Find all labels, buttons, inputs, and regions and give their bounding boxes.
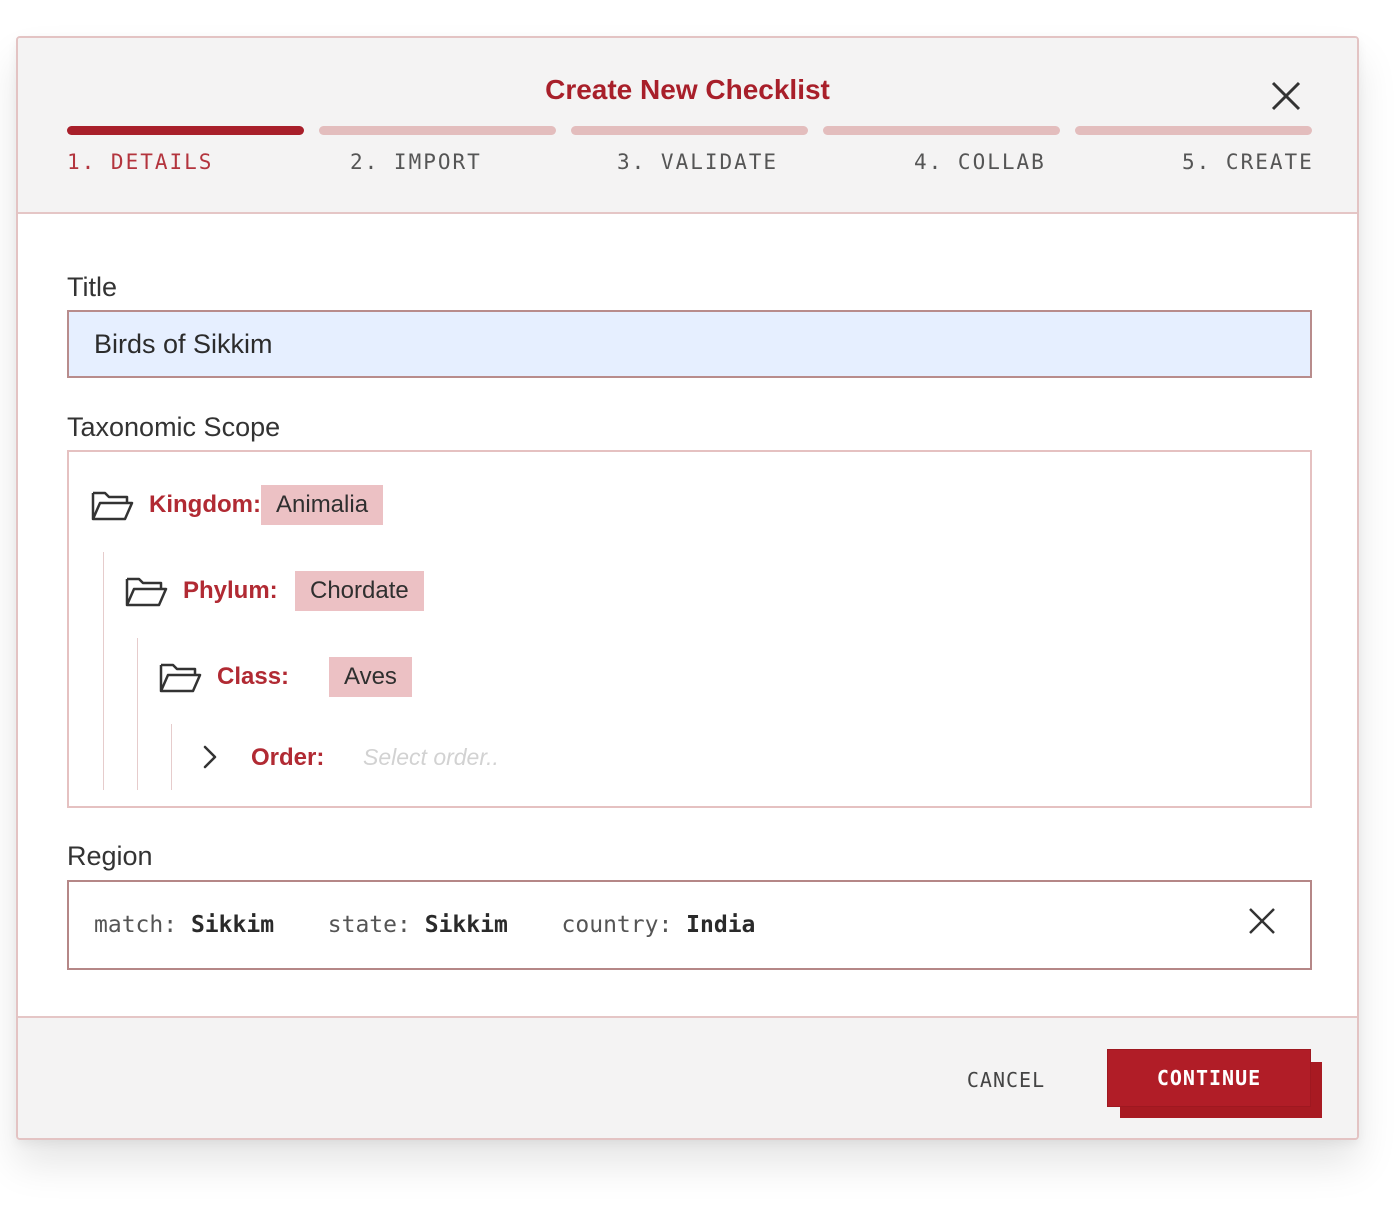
- step-label: 4. COLLAB: [914, 150, 1046, 174]
- create-checklist-dialog: Create New Checklist 1. DETAILS 2. IMPOR…: [16, 36, 1359, 1140]
- cancel-button[interactable]: CANCEL: [948, 1062, 1064, 1098]
- title-label: Title: [67, 272, 118, 302]
- continue-button-wrap: CONTINUE: [1108, 1050, 1324, 1118]
- tree-node-phylum: Phylum: Chordate: [123, 571, 443, 611]
- clear-icon[interactable]: [1245, 904, 1279, 938]
- step-label: 1. DETAILS: [67, 150, 214, 174]
- step-import[interactable]: 2. IMPORT: [319, 126, 556, 186]
- order-select[interactable]: Select order..: [363, 744, 499, 771]
- folder-open-icon: [159, 663, 202, 693]
- step-progress-bar: [1075, 126, 1312, 135]
- dialog-header: Create New Checklist 1. DETAILS 2. IMPOR…: [18, 38, 1357, 214]
- step-label: 3. VALIDATE: [617, 150, 779, 174]
- kingdom-chip[interactable]: Animalia: [261, 485, 384, 525]
- phylum-label: Phylum:: [183, 577, 278, 604]
- region-state-key: state:: [327, 912, 411, 938]
- step-create[interactable]: 5. CREATE: [1075, 126, 1312, 186]
- step-details[interactable]: 1. DETAILS: [67, 126, 304, 186]
- tree-node-order: Order: Select order..: [199, 738, 559, 778]
- region-value: match: Sikkim state: Sikkim country: Ind…: [94, 912, 755, 938]
- tree-guide-line: [103, 552, 104, 790]
- class-chip[interactable]: Aves: [329, 657, 412, 697]
- title-input[interactable]: [67, 310, 1312, 378]
- step-progress-bar: [571, 126, 808, 135]
- region-state-value: Sikkim: [424, 912, 508, 938]
- class-label: Class:: [217, 663, 290, 690]
- dialog-footer: CANCEL CONTINUE: [18, 1016, 1357, 1138]
- tree-guide-line: [137, 638, 138, 790]
- folder-open-icon: [125, 577, 168, 607]
- close-button[interactable]: [1268, 78, 1304, 114]
- dialog-title: Create New Checklist: [545, 74, 830, 105]
- tree-node-class: Class: Aves: [157, 657, 477, 697]
- taxonomic-scope-label: Taxonomic Scope: [67, 412, 281, 442]
- stepper: 1. DETAILS 2. IMPORT 3. VALIDATE 4. COLL…: [67, 126, 1312, 186]
- taxonomic-scope-tree: Kingdom: Animalia Phylum: Chordate Class…: [67, 450, 1312, 808]
- region-match-value: Sikkim: [190, 912, 275, 938]
- step-label: 2. IMPORT: [350, 150, 482, 174]
- continue-button[interactable]: CONTINUE: [1108, 1050, 1310, 1106]
- tree-guide-line: [171, 724, 172, 790]
- chevron-right-icon[interactable]: [199, 742, 221, 772]
- step-progress-bar: [67, 126, 304, 135]
- region-label: Region: [67, 841, 153, 871]
- step-label: 5. CREATE: [1182, 150, 1314, 174]
- step-progress-bar: [823, 126, 1060, 135]
- region-match-key: match:: [94, 912, 178, 938]
- region-country-value: India: [686, 912, 756, 938]
- close-icon: [1271, 81, 1301, 111]
- region-country-key: country:: [561, 912, 673, 938]
- folder-open-icon: [91, 491, 134, 521]
- region-field[interactable]: match: Sikkim state: Sikkim country: Ind…: [67, 880, 1312, 970]
- step-collab[interactable]: 4. COLLAB: [823, 126, 1060, 186]
- tree-node-kingdom: Kingdom: Animalia: [89, 485, 409, 525]
- order-label: Order:: [251, 744, 325, 771]
- phylum-chip[interactable]: Chordate: [295, 571, 424, 611]
- kingdom-label: Kingdom:: [149, 491, 261, 518]
- step-validate[interactable]: 3. VALIDATE: [571, 126, 808, 186]
- step-progress-bar: [319, 126, 556, 135]
